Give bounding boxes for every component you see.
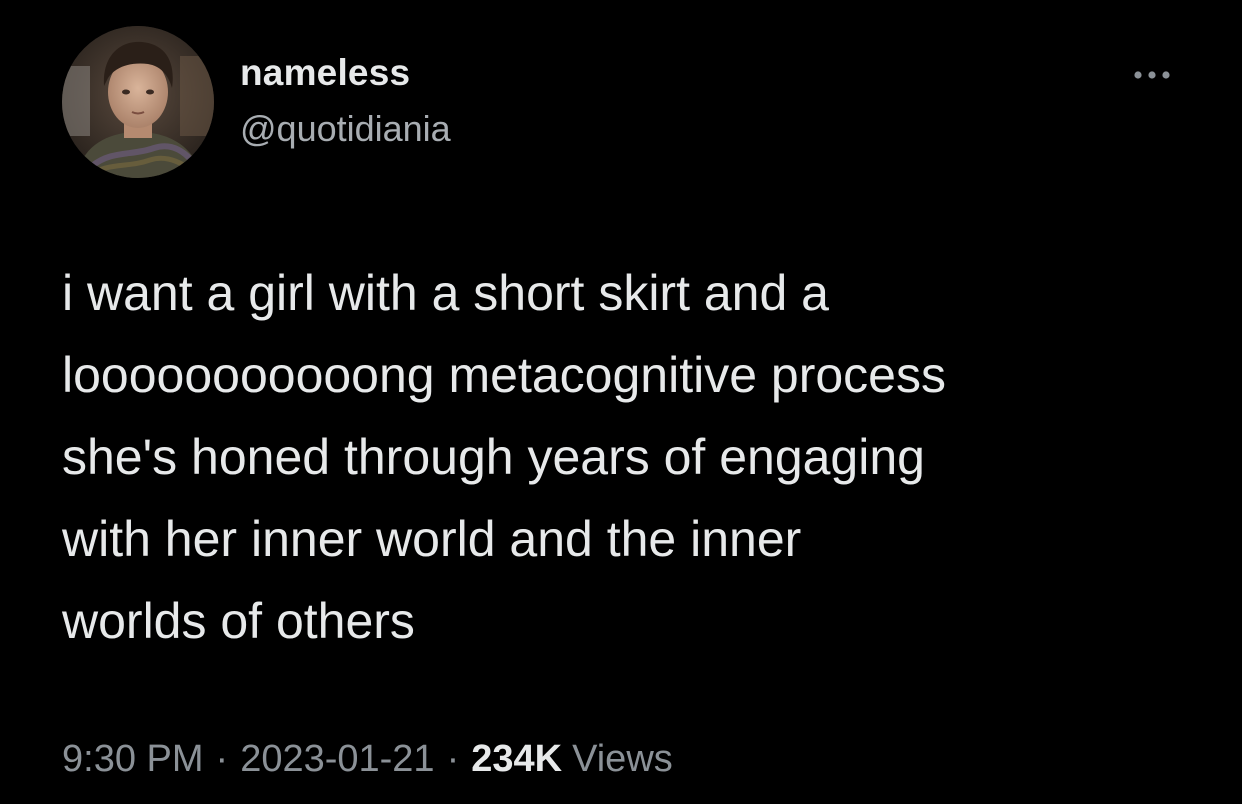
tweet-text: i want a girl with a short skirt and a l… (62, 252, 1212, 662)
author-handle[interactable]: @quotidiania (240, 108, 451, 150)
tweet-meta: 9:30 PM · 2023-01-21 · 234K Views (62, 738, 673, 781)
tweet-text-line: with her inner world and the inner (62, 511, 802, 567)
meta-separator: · (446, 738, 460, 780)
tweet: nameless @quotidiania i want a girl with… (0, 0, 1242, 804)
tweet-text-line: i want a girl with a short skirt and a (62, 265, 829, 321)
more-horizontal-icon (1134, 71, 1170, 79)
avatar[interactable] (62, 26, 214, 178)
views-count[interactable]: 234K (471, 738, 562, 780)
tweet-date[interactable]: 2023-01-21 (240, 738, 434, 780)
more-options-button[interactable] (1128, 58, 1180, 92)
meta-separator: · (215, 738, 229, 780)
author-display-name[interactable]: nameless (240, 52, 410, 94)
views-label: Views (572, 738, 673, 780)
tweet-text-line: worlds of others (62, 593, 415, 649)
tweet-text-line: she's honed through years of engaging (62, 429, 925, 485)
tweet-time[interactable]: 9:30 PM (62, 738, 204, 780)
avatar-image (62, 26, 214, 178)
tweet-text-line: looooooooooong metacognitive process (62, 347, 946, 403)
